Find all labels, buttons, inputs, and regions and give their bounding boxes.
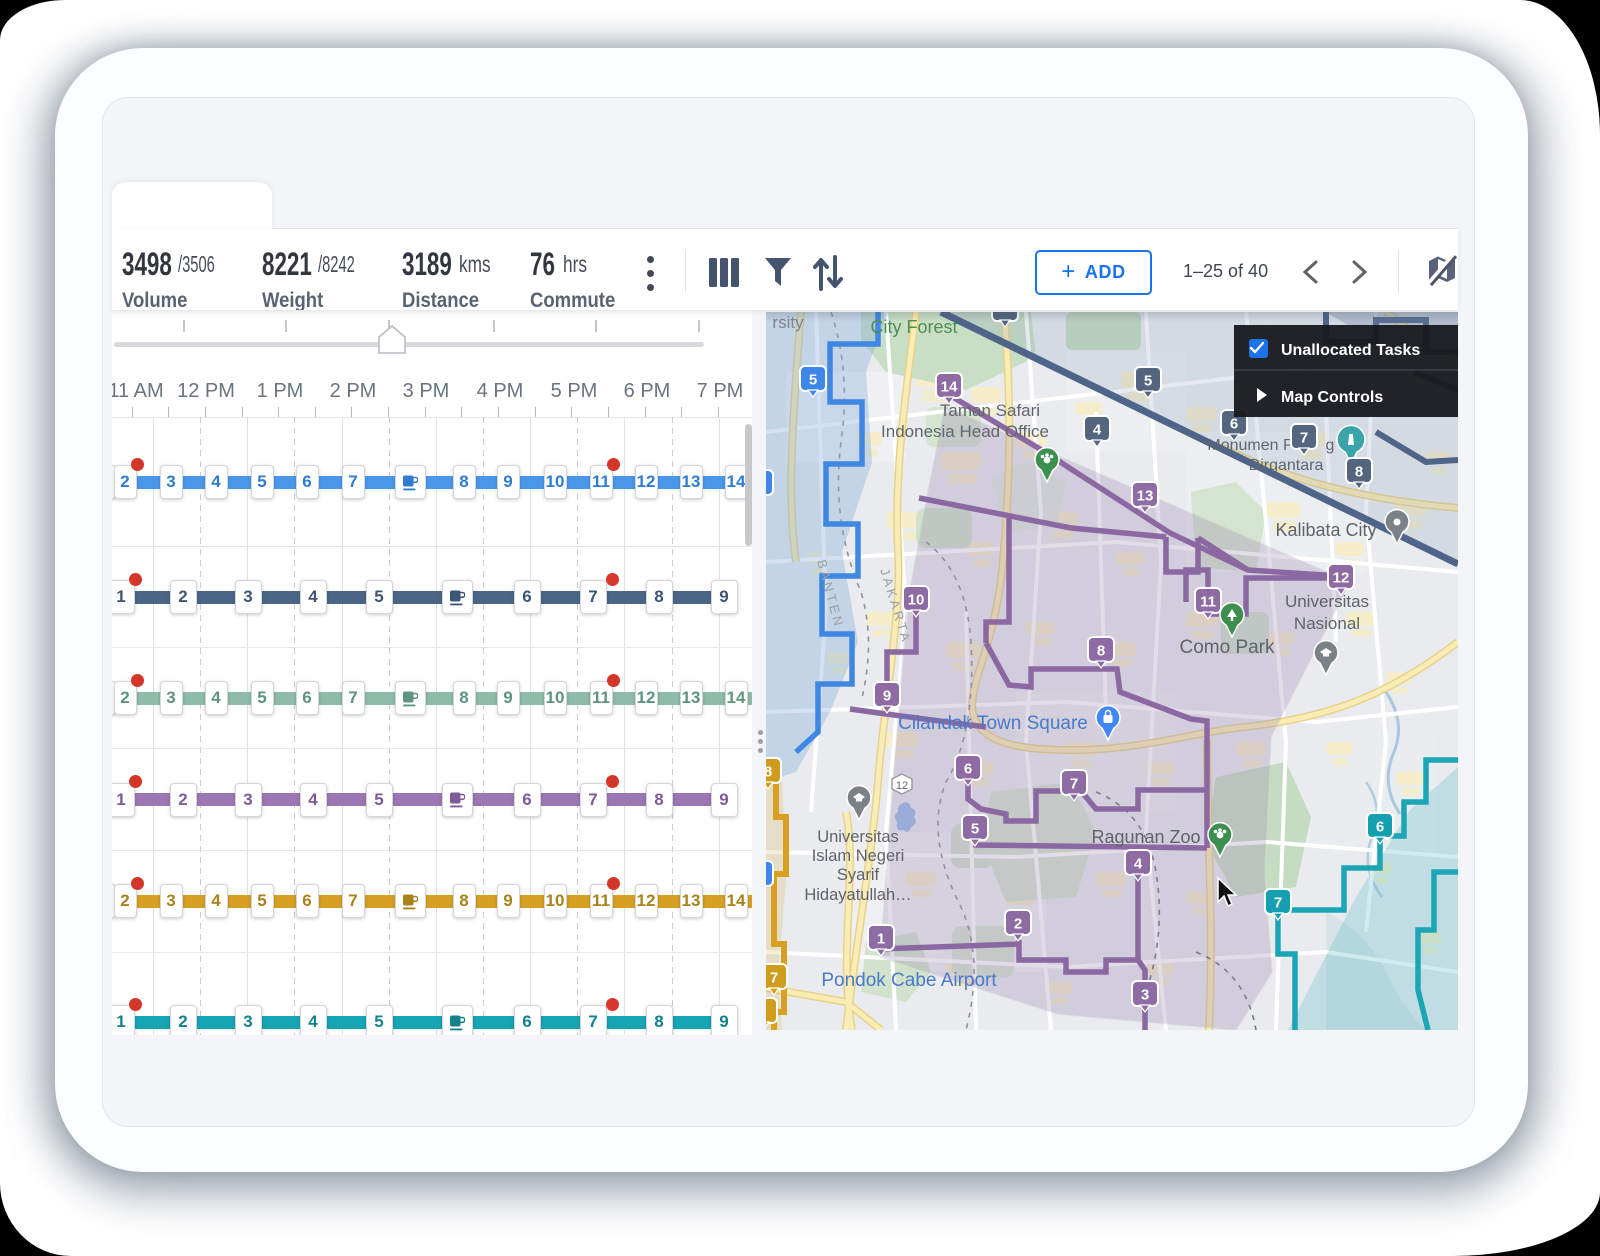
svg-text:Nasional: Nasional [1294,614,1360,633]
svg-text:Universitas: Universitas [817,828,899,846]
svg-text:11: 11 [1200,594,1216,611]
svg-text:6: 6 [1376,819,1384,836]
svg-text:Syarif: Syarif [837,866,880,884]
svg-text:Monumen Pa: Monumen Pa [1207,437,1302,454]
svg-text:6: 6 [1230,416,1238,433]
svg-text:12: 12 [896,780,908,792]
svg-text:5: 5 [971,821,979,838]
svg-text:Kalibata City: Kalibata City [1275,520,1376,540]
svg-text:10: 10 [908,592,925,609]
svg-text:7: 7 [1300,430,1308,447]
svg-text:8: 8 [766,764,772,781]
svg-text:13: 13 [1137,488,1154,505]
svg-text:Ragunan Zoo: Ragunan Zoo [1091,827,1200,847]
svg-text:8: 8 [1097,643,1105,660]
svg-text:Taman Safari: Taman Safari [940,401,1040,420]
svg-text:Hidayatullah…: Hidayatullah… [804,886,911,904]
svg-text:1: 1 [877,931,885,948]
svg-text:12: 12 [1333,570,1350,587]
svg-text:Cilandak Town Square: Cilandak Town Square [898,713,1088,734]
svg-text:Map Controls: Map Controls [1281,389,1383,406]
svg-text:4: 4 [1134,856,1143,873]
svg-text:Universitas: Universitas [1285,592,1369,611]
svg-text:7: 7 [770,970,778,987]
svg-text:2: 2 [1014,916,1022,933]
svg-text:14: 14 [941,379,958,396]
svg-text:g: g [1326,437,1335,454]
svg-text:Islam Negeri: Islam Negeri [812,847,905,865]
svg-text:Dirgantara: Dirgantara [1249,457,1324,474]
svg-text:Unallocated Tasks: Unallocated Tasks [1281,342,1420,359]
svg-text:Indonesia Head Office: Indonesia Head Office [881,422,1049,441]
svg-text:9: 9 [883,688,891,705]
svg-text:Como Park: Como Park [1179,637,1275,658]
svg-text:3: 3 [1141,987,1149,1004]
svg-text:4: 4 [1093,422,1102,439]
svg-text:5: 5 [809,372,817,389]
svg-text:7: 7 [1274,895,1282,912]
svg-text:7: 7 [1070,776,1078,793]
svg-text:8: 8 [1355,464,1363,481]
svg-text:5: 5 [1144,373,1152,390]
svg-text:Pondok Cabe Airport: Pondok Cabe Airport [821,970,997,991]
svg-text:6: 6 [964,761,972,778]
